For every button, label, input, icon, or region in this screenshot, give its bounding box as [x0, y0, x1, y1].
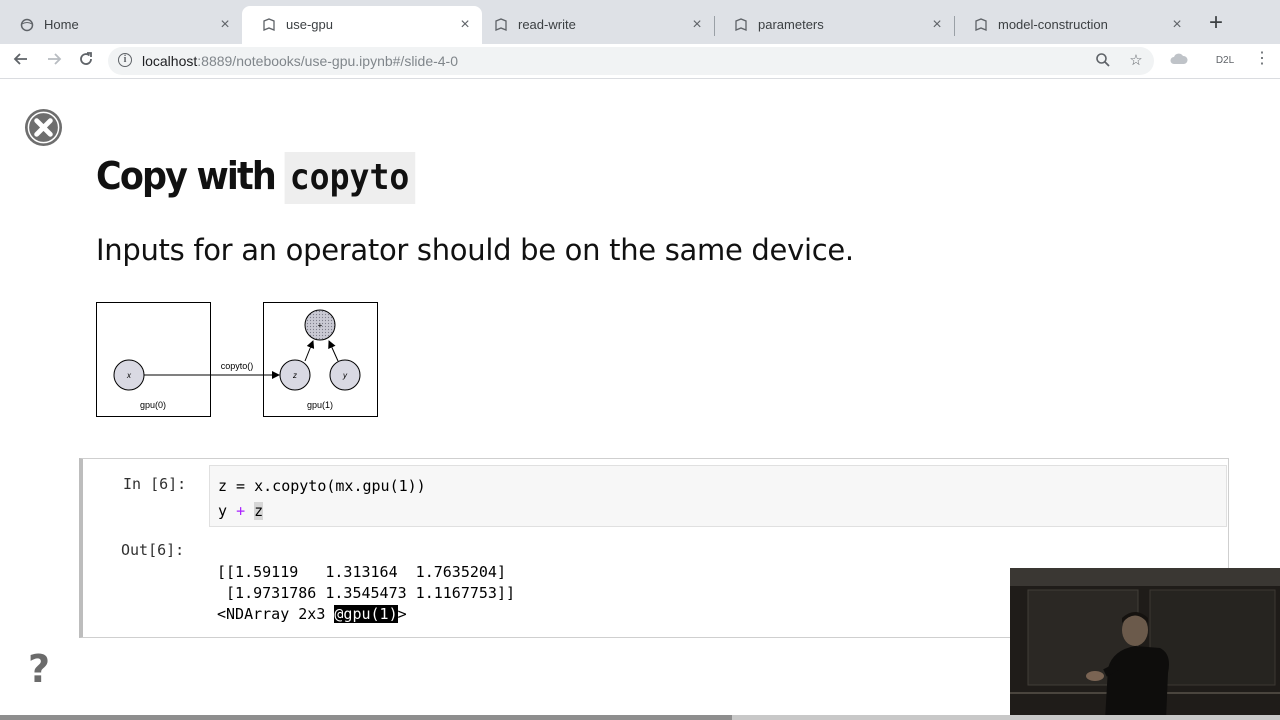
- book-icon: [735, 18, 747, 31]
- code-token-z: z: [254, 502, 264, 520]
- reload-icon: [80, 52, 92, 65]
- slide-title-text: Copy with: [96, 154, 277, 198]
- tab-read-write[interactable]: read-write ×: [474, 6, 714, 44]
- tab-home-label: Home: [44, 17, 79, 32]
- tab-parameters[interactable]: parameters ×: [714, 6, 954, 44]
- close-icon[interactable]: ×: [458, 17, 472, 33]
- book-icon: [495, 18, 507, 31]
- url-host: localhost: [142, 53, 198, 69]
- code-token-plus: +: [236, 502, 246, 520]
- arrow-right-icon: [48, 53, 62, 65]
- code-line-1: z = x.copyto(mx.gpu(1)): [218, 477, 426, 495]
- star-icon[interactable]: ☆: [1127, 52, 1145, 70]
- tab-model-construction-label: model-construction: [998, 17, 1108, 32]
- forward-button[interactable]: [42, 49, 66, 73]
- arrow-left-icon: [13, 53, 27, 65]
- address-bar[interactable]: i localhost:8889/notebooks/use-gpu.ipynb…: [108, 47, 1154, 75]
- back-button[interactable]: [9, 49, 33, 73]
- reload-button[interactable]: [74, 49, 98, 73]
- menu-icon[interactable]: ⋮: [1254, 51, 1270, 70]
- url-path: :8889/notebooks/use-gpu.ipynb#/slide-4-0: [197, 53, 459, 69]
- arrow-label: copyto(): [221, 361, 254, 371]
- slide-subtitle: Inputs for an operator should be on the …: [96, 233, 854, 267]
- close-icon[interactable]: ×: [690, 17, 704, 33]
- book-icon: [263, 18, 275, 31]
- output-prompt: Out[6]:: [121, 541, 185, 559]
- gpu1-label: gpu(1): [307, 400, 333, 410]
- scrollbar-thumb[interactable]: [0, 715, 732, 720]
- input-prompt: In [6]:: [123, 475, 187, 493]
- url-text[interactable]: localhost:8889/notebooks/use-gpu.ipynb#/…: [142, 47, 458, 75]
- tab-use-gpu-label: use-gpu: [286, 17, 333, 32]
- d2l-extension-icon[interactable]: D2L: [1212, 52, 1238, 70]
- book-icon: [975, 18, 987, 31]
- new-tab-button[interactable]: +: [1204, 11, 1228, 36]
- output-ndarray-text: <NDArray 2x3: [217, 605, 335, 623]
- gpu0-label: gpu(0): [140, 400, 166, 410]
- tab-home[interactable]: Home ×: [0, 6, 242, 44]
- jupyter-icon: [20, 18, 34, 32]
- selected-text[interactable]: @gpu(1): [334, 605, 398, 623]
- search-icon[interactable]: [1094, 52, 1112, 70]
- code-editor[interactable]: z = x.copyto(mx.gpu(1)) y + z: [209, 465, 1227, 527]
- browser-toolbar: i localhost:8889/notebooks/use-gpu.ipynb…: [0, 44, 1280, 79]
- tab-strip: Home × use-gpu × read-write × parameters…: [0, 0, 1280, 44]
- output-line-2[interactable]: [1.9731786 1.3545473 1.1167753]]: [217, 584, 515, 602]
- help-icon[interactable]: ?: [28, 650, 58, 688]
- output-close-bracket: >: [397, 605, 407, 623]
- code-line-2: y + z: [218, 502, 264, 520]
- cloud-icon[interactable]: [1170, 52, 1188, 70]
- output-line-3[interactable]: <NDArray 2x3 @gpu(1)>: [217, 605, 407, 623]
- close-icon[interactable]: ×: [218, 17, 232, 33]
- close-icon[interactable]: ×: [930, 17, 944, 33]
- webcam-video: [1010, 568, 1280, 720]
- node-plus-label: +: [318, 321, 323, 330]
- close-icon[interactable]: ×: [1170, 17, 1184, 33]
- tab-read-write-label: read-write: [518, 17, 576, 32]
- device-diagram: x z y + copyto() gpu(0) gpu(1): [96, 302, 378, 417]
- code-token-y: y: [218, 502, 228, 520]
- slide-title-code: copyto: [284, 152, 415, 204]
- tab-model-construction[interactable]: model-construction ×: [954, 6, 1194, 44]
- close-slide-icon[interactable]: [24, 108, 63, 147]
- info-icon[interactable]: i: [118, 53, 132, 67]
- tab-parameters-label: parameters: [758, 17, 824, 32]
- slide-title: Copy with copyto: [96, 150, 415, 204]
- horizontal-scrollbar[interactable]: [0, 715, 1280, 720]
- tab-use-gpu[interactable]: use-gpu ×: [242, 6, 482, 44]
- output-line-1[interactable]: [[1.59119 1.313164 1.7635204]: [217, 563, 506, 581]
- node-z-label: z: [292, 371, 297, 380]
